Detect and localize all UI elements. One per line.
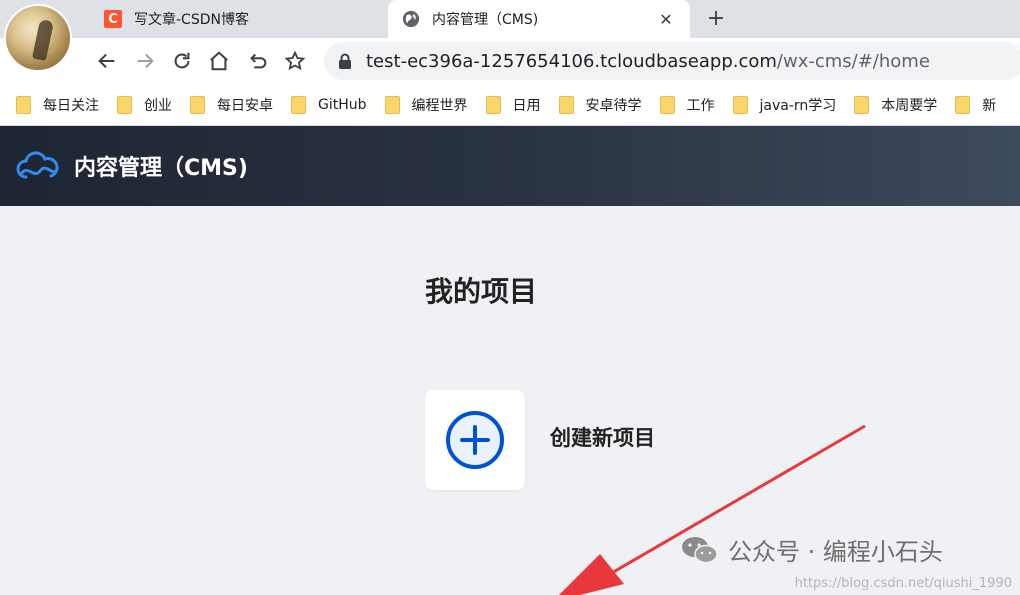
profile-avatar[interactable] <box>4 4 72 72</box>
address-bar[interactable]: test-ec396a-1257654106.tcloudbaseapp.com… <box>324 42 1020 80</box>
bookmark-star-button[interactable] <box>282 48 308 74</box>
create-project-button[interactable] <box>425 390 525 490</box>
bookmark-label: 工作 <box>686 97 715 114</box>
url-host: test-ec396a-1257654106.tcloudbaseapp.com <box>366 50 777 72</box>
bookmark-folder[interactable]: 新 <box>955 95 996 115</box>
bookmarks-bar: 每日关注 创业 每日安卓 GitHub 编程世界 日用 安卓待学 工作 java… <box>0 84 1020 126</box>
tab-title: 写文章-CSDN博客 <box>134 12 249 28</box>
browser-toolbar: test-ec396a-1257654106.tcloudbaseapp.com… <box>0 38 1020 84</box>
bookmark-folder[interactable]: 创业 <box>117 95 172 115</box>
url-path: /wx-cms/#/home <box>776 50 930 72</box>
undo-button[interactable] <box>245 48 271 74</box>
bookmark-label: GitHub <box>318 96 367 113</box>
folder-icon <box>659 95 675 114</box>
folder-icon <box>117 95 132 114</box>
tab-title: 内容管理（CMS) <box>432 12 539 28</box>
globe-icon <box>402 10 420 28</box>
bookmark-folder[interactable]: 日用 <box>485 95 541 115</box>
folder-icon <box>291 95 306 114</box>
bookmark-label: 本周要学 <box>881 97 938 114</box>
tab-csdn[interactable]: C 写文章-CSDN博客 <box>92 0 387 38</box>
watermark: 公众号 · 编程小石头 <box>680 532 943 567</box>
watermark-text: 公众号 · 编程小石头 <box>728 538 943 566</box>
folder-icon <box>955 95 971 114</box>
app-title: 内容管理（CMS) <box>74 156 248 181</box>
folder-icon <box>732 95 748 114</box>
tab-strip: C 写文章-CSDN博客 内容管理（CMS) ✕ + <box>0 0 1020 72</box>
main-content: 我的项目 创建新项目 公众号 · 编程小石头 https://blog.csdn… <box>0 206 1020 595</box>
wechat-icon <box>682 536 718 563</box>
bookmark-label: 编程世界 <box>411 97 468 114</box>
tab-cms[interactable]: 内容管理（CMS) ✕ <box>388 0 690 38</box>
folder-icon <box>558 95 574 114</box>
arrow-left-icon <box>98 53 115 69</box>
reload-button[interactable] <box>169 48 195 74</box>
bookmark-folder[interactable]: java-rn学习 <box>732 95 837 115</box>
csdn-favicon-icon: C <box>104 10 122 28</box>
bookmark-folder[interactable]: 每日关注 <box>16 95 99 115</box>
close-icon[interactable]: ✕ <box>656 9 676 29</box>
home-button[interactable] <box>206 48 232 74</box>
page-title: 我的项目 <box>425 275 538 308</box>
bookmark-label: 安卓待学 <box>585 97 642 114</box>
app-header: 内容管理（CMS) <box>0 126 1020 206</box>
plus-circle-icon <box>446 411 504 469</box>
lock-icon <box>339 53 351 69</box>
new-tab-button[interactable]: + <box>702 4 730 32</box>
bookmark-folder[interactable]: 编程世界 <box>384 95 468 115</box>
folder-icon <box>485 95 501 114</box>
cloud-logo-icon <box>16 151 59 179</box>
bookmark-label: 每日安卓 <box>217 97 273 114</box>
bookmark-label: 新 <box>982 97 997 114</box>
bookmark-label: 每日关注 <box>43 97 99 114</box>
bookmark-folder[interactable]: 工作 <box>659 95 715 115</box>
bookmark-label: 日用 <box>512 97 541 114</box>
folder-icon <box>16 95 31 114</box>
home-icon <box>210 51 228 71</box>
bookmark-label: 创业 <box>144 97 172 114</box>
folder-icon <box>190 95 205 114</box>
forward-button[interactable] <box>132 48 158 74</box>
folder-icon <box>854 95 870 114</box>
bookmark-label: java-rn学习 <box>759 97 837 114</box>
undo-icon <box>250 53 267 69</box>
bookmark-folder[interactable]: 安卓待学 <box>558 95 642 115</box>
annotation-arrow <box>559 424 866 595</box>
star-icon <box>284 50 306 71</box>
arrow-right-icon <box>137 53 154 69</box>
bookmark-folder[interactable]: GitHub <box>291 95 367 114</box>
url-watermark: https://blog.csdn.net/qiushi_1990 <box>794 576 1012 591</box>
reload-icon <box>174 52 190 69</box>
folder-icon <box>384 95 400 114</box>
back-button[interactable] <box>94 48 120 74</box>
bookmark-folder[interactable]: 每日安卓 <box>190 95 273 115</box>
bookmark-folder[interactable]: 本周要学 <box>854 95 937 115</box>
